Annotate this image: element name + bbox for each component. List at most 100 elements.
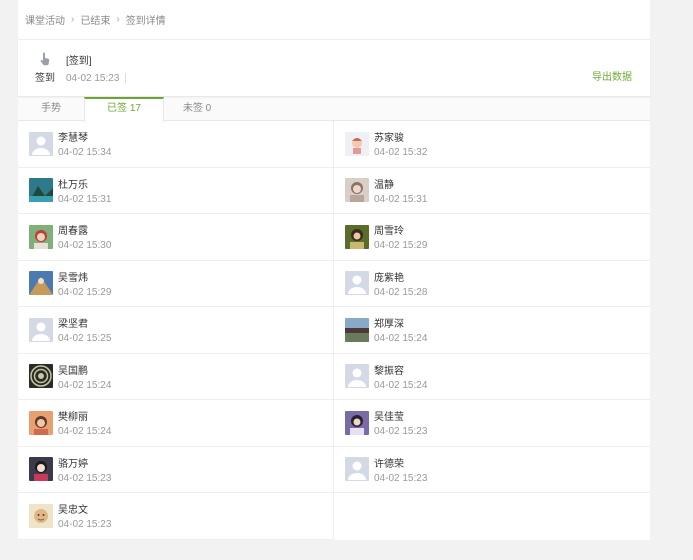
breadcrumb-item-ended[interactable]: 已结束: [80, 12, 110, 27]
student-name: 黎振容: [374, 365, 404, 377]
breadcrumb-item-current: 签到详情: [125, 16, 166, 27]
photo-avatar-icon: [29, 224, 53, 249]
student-name: 周春露: [58, 226, 88, 238]
avatar: [29, 178, 53, 203]
cartoon-avatar-icon: [345, 131, 369, 156]
checkin-time: 04-02 15:28: [374, 286, 428, 298]
placeholder-avatar-icon: [345, 364, 369, 389]
list-item: 周雪玲 04-02 15:29: [334, 214, 650, 261]
avatar: [29, 224, 53, 249]
chevron-right-icon: ›: [116, 14, 120, 25]
activity-type: 签到: [32, 52, 58, 84]
tab-unsigned[interactable]: 未签 0: [164, 97, 230, 120]
student-name: 庞紫艳: [374, 272, 404, 284]
student-name: 周雪玲: [374, 226, 404, 238]
main-panel: 课堂活动 › 已结束 › 签到详情 签到 [签到] 04-02 15:23 导出…: [18, 0, 650, 540]
checkin-time: 04-02 15:24: [374, 333, 428, 345]
placeholder-avatar-icon: [345, 457, 369, 482]
checkin-time: 04-02 15:29: [58, 286, 112, 298]
pattern-avatar-icon: [29, 364, 53, 389]
avatar: [29, 364, 53, 389]
list-item: 周春露 04-02 15:30: [18, 214, 334, 261]
list-item: 许德荣 04-02 15:23: [334, 447, 650, 493]
checkin-time: 04-02 15:29: [374, 240, 428, 252]
student-name: 吴雪炜: [58, 272, 88, 284]
hand-icon: [40, 52, 50, 66]
avatar: [345, 410, 369, 435]
checkin-time: 04-02 15:24: [58, 379, 112, 391]
activity-time: 04-02 15:23: [66, 73, 127, 84]
checkin-time: 04-02 15:23: [58, 472, 112, 484]
list-item: 樊柳丽 04-02 15:24: [18, 400, 334, 447]
avatar: [29, 503, 53, 528]
list-item: 苏家骏 04-02 15:32: [334, 121, 650, 168]
tab-signed[interactable]: 已签 17: [84, 97, 164, 122]
checkin-time: 04-02 15:23: [374, 426, 428, 438]
checkin-time: 04-02 15:32: [374, 147, 428, 159]
list-item: 吴国鹏 04-02 15:24: [18, 353, 334, 400]
photo-avatar-icon: [345, 178, 369, 203]
list-item: 温静 04-02 15:31: [334, 168, 650, 214]
avatar: [345, 317, 369, 342]
list-item: 庞紫艳 04-02 15:28: [334, 261, 650, 307]
cartoon-avatar-icon: [29, 503, 53, 528]
list-item: 李慧琴 04-02 15:34: [18, 121, 334, 168]
student-grid: 李慧琴 04-02 15:34 苏家骏 04-02 15:32 杜万乐 04-02 1…: [18, 121, 650, 540]
list-item: 郑厚深 04-02 15:24: [334, 307, 650, 354]
export-data-button[interactable]: 导出数据: [592, 68, 632, 83]
avatar: [345, 457, 369, 482]
checkin-time: 04-02 15:23: [58, 519, 112, 531]
activity-time-text: 04-02 15:23: [66, 73, 120, 84]
student-name: 梁坚君: [58, 319, 88, 331]
avatar: [345, 131, 369, 156]
list-item: 吴雪炜 04-02 15:29: [18, 260, 334, 307]
student-name: 李慧琴: [58, 133, 88, 145]
list-item: 梁坚君 04-02 15:25: [18, 307, 334, 354]
activity-info: [签到] 04-02 15:23: [66, 52, 127, 84]
student-name: 许德荣: [374, 458, 404, 470]
checkin-time: 04-02 15:31: [58, 193, 112, 205]
placeholder-avatar-icon: [29, 131, 53, 156]
activity-header: 签到 [签到] 04-02 15:23 导出数据: [18, 40, 650, 97]
photo-avatar-icon: [29, 410, 53, 435]
breadcrumb-item-activities[interactable]: 课堂活动: [25, 12, 65, 27]
checkin-time: 04-02 15:30: [58, 240, 112, 252]
avatar: [29, 317, 53, 342]
student-name: 吴佳莹: [374, 412, 404, 424]
tab-gesture[interactable]: 手势: [18, 97, 84, 120]
list-item: 黎振容 04-02 15:24: [334, 354, 650, 400]
checkin-time: 04-02 15:24: [58, 426, 112, 438]
avatar: [29, 410, 53, 435]
activity-title: [签到]: [66, 56, 92, 67]
student-name: 温静: [374, 179, 394, 191]
avatar: [345, 224, 369, 249]
photo-avatar-icon: [29, 457, 53, 482]
student-name: 杜万乐: [58, 179, 88, 191]
divider: [125, 73, 127, 84]
tab-bar: 手势 已签 17 未签 0: [18, 97, 650, 122]
landscape-avatar-icon: [29, 178, 53, 203]
activity-type-label: 签到: [35, 73, 55, 84]
list-item: 骆万婷 04-02 15:23: [18, 446, 334, 493]
placeholder-avatar-icon: [29, 317, 53, 342]
student-name: 郑厚深: [374, 319, 404, 331]
student-name: 樊柳丽: [58, 412, 88, 424]
placeholder-avatar-icon: [345, 271, 369, 296]
photo-avatar-icon: [29, 271, 53, 296]
avatar: [345, 178, 369, 203]
checkin-time: 04-02 15:25: [58, 333, 112, 345]
avatar: [29, 271, 53, 296]
chevron-right-icon: ›: [71, 14, 75, 25]
checkin-time: 04-02 15:34: [58, 147, 112, 159]
list-item: 吴佳莹 04-02 15:23: [334, 400, 650, 447]
avatar: [345, 271, 369, 296]
checkin-time: 04-02 15:24: [374, 379, 428, 391]
list-item: 杜万乐 04-02 15:31: [18, 167, 334, 214]
student-name: 吴忠文: [58, 505, 88, 517]
avatar: [29, 457, 53, 482]
avatar: [29, 131, 53, 156]
checkin-time: 04-02 15:31: [374, 193, 428, 205]
breadcrumb: 课堂活动 › 已结束 › 签到详情: [18, 0, 650, 40]
student-name: 骆万婷: [58, 458, 88, 470]
photo-avatar-icon: [345, 224, 369, 249]
